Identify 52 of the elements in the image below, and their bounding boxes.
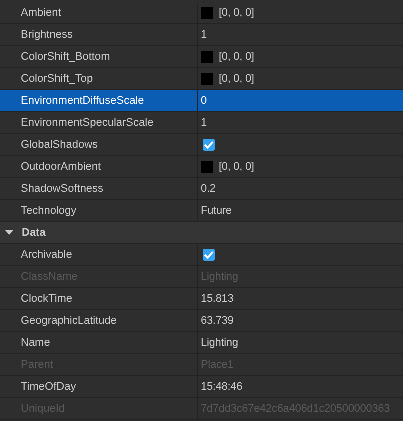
color-swatch[interactable] xyxy=(201,50,213,62)
property-value: 1 xyxy=(201,28,207,42)
property-value: 1 xyxy=(201,116,207,130)
property-value: 0.2 xyxy=(201,182,216,196)
property-row[interactable]: Ambient [0, 0, 0] xyxy=(0,2,403,24)
property-name: ColorShift_Bottom xyxy=(21,50,110,64)
property-value: 15:48:46 xyxy=(201,380,243,394)
property-value: [0, 0, 0] xyxy=(219,72,254,86)
section-header[interactable]: Data xyxy=(0,222,403,244)
property-row[interactable]: ColorShift_Top [0, 0, 0] xyxy=(0,68,403,90)
caret-down-icon[interactable] xyxy=(5,229,14,236)
property-value: Lighting xyxy=(201,336,238,350)
color-swatch[interactable] xyxy=(201,6,213,18)
property-name: OutdoorAmbient xyxy=(21,160,102,174)
checkbox[interactable] xyxy=(203,138,215,150)
property-value: 63.739 xyxy=(201,314,234,328)
property-name: Brightness xyxy=(21,28,73,42)
property-value: 15.813 xyxy=(201,292,234,306)
property-row[interactable]: Brightness 1 xyxy=(0,24,403,46)
property-row[interactable]: ClockTime 15.813 xyxy=(0,288,403,310)
property-row[interactable]: ColorShift_Bottom [0, 0, 0] xyxy=(0,46,403,68)
property-name: ClockTime xyxy=(21,292,73,306)
property-row[interactable]: EnvironmentDiffuseScale 0 xyxy=(0,90,403,112)
property-row[interactable]: OutdoorAmbient [0, 0, 0] xyxy=(0,156,403,178)
property-row[interactable]: Name Lighting xyxy=(0,332,403,354)
property-name: Archivable xyxy=(21,248,72,262)
property-value: Future xyxy=(201,204,232,218)
property-row[interactable]: TimeOfDay 15:48:46 xyxy=(0,376,403,398)
property-name: EnvironmentDiffuseScale xyxy=(21,94,144,108)
property-name: TimeOfDay xyxy=(21,380,76,394)
property-value: [0, 0, 0] xyxy=(219,50,254,64)
property-name: GlobalShadows xyxy=(21,138,98,152)
property-row[interactable]: Technology Future xyxy=(0,200,403,222)
property-row[interactable]: GeographicLatitude 63.739 xyxy=(0,310,403,332)
property-value: [0, 0, 0] xyxy=(219,160,254,174)
checkbox[interactable] xyxy=(203,248,215,260)
property-row[interactable]: Archivable xyxy=(0,244,403,266)
property-name: ShadowSoftness xyxy=(21,182,104,196)
property-row[interactable]: EnvironmentSpecularScale 1 xyxy=(0,112,403,134)
property-value: [0, 0, 0] xyxy=(219,6,254,20)
property-name: Ambient xyxy=(21,6,62,20)
property-row[interactable]: GlobalShadows xyxy=(0,134,403,156)
property-name: EnvironmentSpecularScale xyxy=(21,116,154,130)
property-name: GeographicLatitude xyxy=(21,314,118,328)
property-name: ColorShift_Top xyxy=(21,72,94,86)
property-name: Technology xyxy=(21,204,77,218)
property-value: 0 xyxy=(201,94,207,108)
property-row[interactable]: ShadowSoftness 0.2 xyxy=(0,178,403,200)
color-swatch[interactable] xyxy=(201,72,213,84)
section-title: Data xyxy=(22,226,46,238)
property-name: Name xyxy=(21,336,50,350)
color-swatch[interactable] xyxy=(201,160,213,172)
